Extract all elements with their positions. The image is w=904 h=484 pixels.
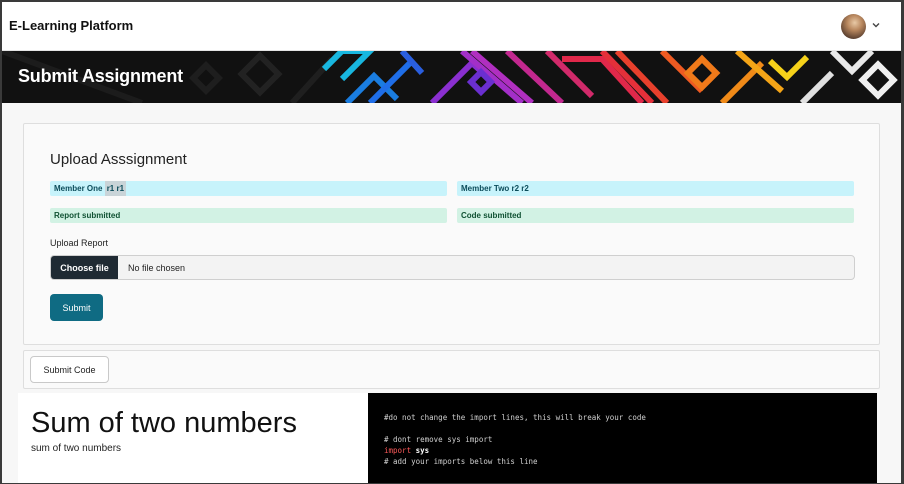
user-avatar-icon[interactable] (841, 14, 866, 39)
file-status-text: No file chosen (128, 263, 186, 273)
code-editor[interactable]: #do not change the import lines, this wi… (368, 393, 877, 483)
code-line-3: # dont remove sys import (384, 435, 493, 444)
submit-code-card: Submit Code (23, 350, 880, 389)
upload-report-label: Upload Report (50, 238, 109, 248)
browser-frame: E-Learning Platform Submit Assignment Up… (2, 2, 901, 483)
member-two-badge: Member Two r2 r2 (457, 181, 854, 196)
code-status-badge: Code submitted (457, 208, 854, 223)
member-one-selected-text: r1 r1 (104, 181, 127, 196)
report-status-badge: Report submitted (50, 208, 447, 223)
navbar: E-Learning Platform (2, 2, 901, 51)
code-line-5: # add your imports below this line (384, 457, 538, 466)
page-gutter (877, 393, 901, 483)
problem-title: Sum of two numbers (31, 407, 297, 439)
page-title: Submit Assignment (18, 66, 183, 86)
choose-file-button[interactable]: Choose file (51, 256, 118, 279)
submit-code-button[interactable]: Submit Code (30, 356, 109, 383)
submit-button[interactable]: Submit (50, 294, 103, 321)
report-file-input[interactable]: Choose file No file chosen (50, 255, 855, 280)
problem-description: sum of two numbers (31, 443, 122, 454)
upload-assignment-card: Upload Asssignment Member One r1 r1 Memb… (23, 123, 880, 345)
member-one-badge: Member One r1 r1 (50, 181, 447, 196)
code-line-4: import sys (384, 446, 429, 455)
page-banner: Submit Assignment (2, 51, 901, 103)
import-keyword: import (384, 446, 412, 455)
chevron-down-icon[interactable] (871, 20, 881, 30)
main-content: Upload Asssignment Member One r1 r1 Memb… (2, 103, 901, 483)
member-one-label: Member One (54, 184, 105, 193)
card-title: Upload Asssignment (50, 151, 187, 168)
code-line-1: #do not change the import lines, this wi… (384, 413, 646, 422)
import-module: sys (415, 446, 430, 455)
problem-panel: Sum of two numbers sum of two numbers (18, 393, 368, 483)
brand-title[interactable]: E-Learning Platform (9, 18, 133, 33)
